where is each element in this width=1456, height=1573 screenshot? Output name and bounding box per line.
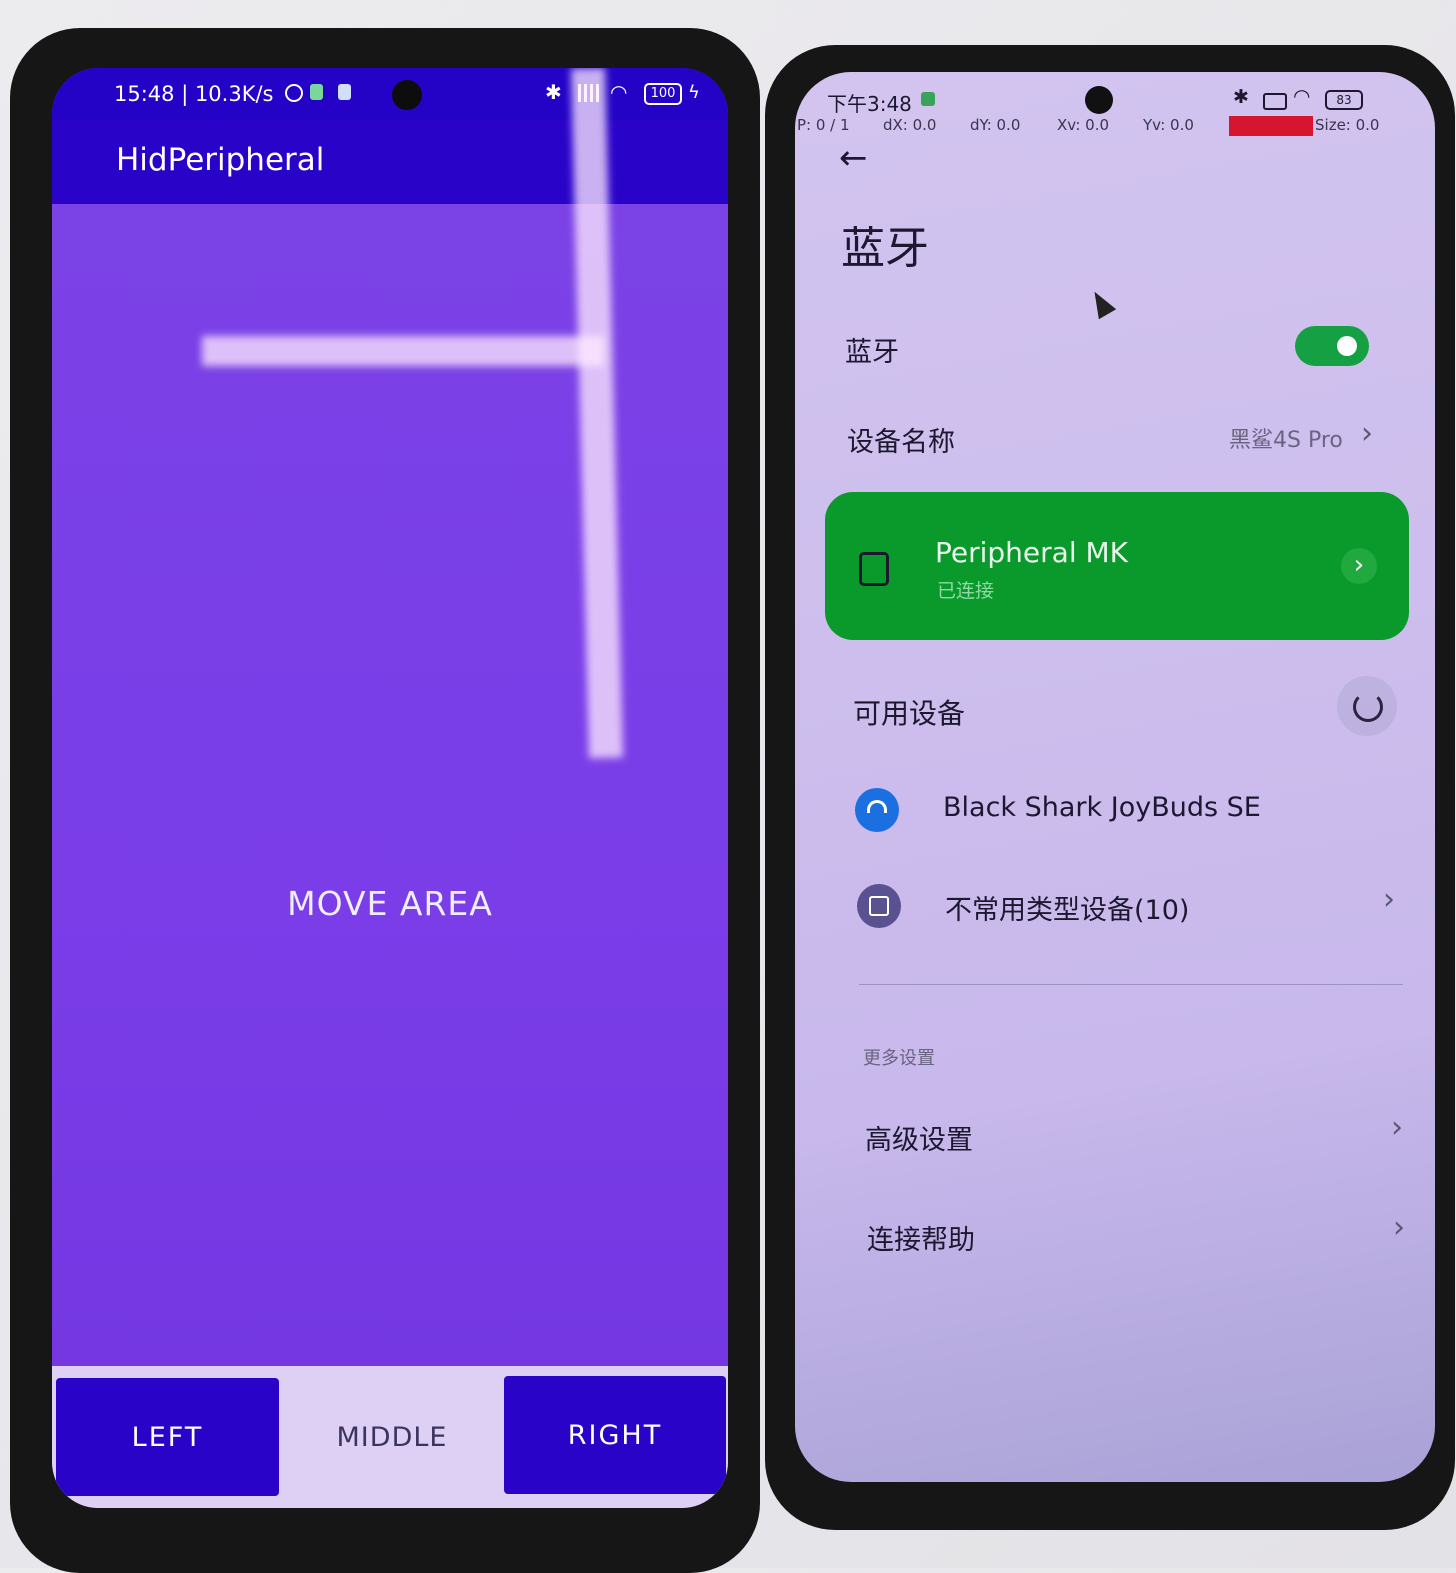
glass-reflection [202, 336, 604, 366]
charging-icon: ϟ [688, 82, 700, 103]
alarm-icon [285, 84, 303, 102]
keyboard-device-icon [859, 552, 889, 586]
app-notification-icon [921, 92, 935, 106]
mouse-button-bar: LEFT MIDDLE RIGHT [52, 1366, 728, 1508]
back-arrow-icon[interactable]: ← [839, 138, 868, 178]
battery-indicator: 100 [644, 83, 682, 105]
connected-device-name: Peripheral MK [935, 536, 1129, 569]
chevron-right-icon: › [1383, 882, 1395, 917]
wifi-icon: ◠ [1293, 84, 1311, 108]
chevron-right-icon: › [1391, 1110, 1403, 1145]
pointer-dy: dY: 0.0 [970, 116, 1021, 134]
device-icon [857, 884, 901, 928]
bluetooth-icon: ✱ [545, 80, 562, 104]
front-camera [392, 80, 422, 110]
device-name-row[interactable]: 设备名称 黑鲨4S Pro › [795, 412, 1435, 468]
right-click-label: RIGHT [567, 1419, 663, 1451]
pointer-size: Size: 0.0 [1315, 116, 1380, 134]
refresh-button[interactable] [1337, 676, 1397, 736]
page-title: 蓝牙 [841, 223, 929, 274]
connected-device-status: 已连接 [937, 580, 995, 602]
settings-item-label: 连接帮助 [867, 1225, 975, 1256]
headphones-icon [855, 788, 899, 832]
status-bar: 15:48 | 10.3K/s ✱ ◠ 100 ϟ [52, 68, 728, 120]
pointer-yv: Yv: 0.0 [1143, 116, 1194, 134]
telegram-icon [338, 84, 351, 100]
chevron-right-icon[interactable]: › [1341, 548, 1377, 584]
pointer-location-overlay: P: 0 / 1 dX: 0.0 dY: 0.0 Xv: 0.0 Yv: 0.0… [795, 116, 1435, 138]
left-click-button[interactable]: LEFT [56, 1378, 279, 1496]
front-camera [1085, 86, 1113, 114]
chevron-right-icon: › [1361, 416, 1373, 451]
mouse-cursor-icon [1085, 286, 1117, 320]
pointer-xv: Xv: 0.0 [1057, 116, 1110, 134]
headphones-glyph [867, 800, 887, 813]
device-name-label: 设备名称 [847, 427, 955, 458]
bluetooth-switch[interactable] [1295, 326, 1369, 366]
divider [859, 984, 1403, 985]
app-notification-icon [310, 84, 323, 100]
device-item-label: Black Shark JoyBuds SE [943, 792, 1261, 823]
pointer-count: P: 0 / 1 [797, 116, 850, 134]
bluetooth-toggle-label: 蓝牙 [845, 337, 899, 368]
app-title: HidPeripheral [116, 142, 325, 178]
status-time: 下午3:48 [827, 92, 912, 116]
middle-click-button[interactable]: MIDDLE [282, 1378, 502, 1496]
left-phone-screen: 15:48 | 10.3K/s ✱ ◠ 100 ϟ HidPeripheral … [52, 68, 728, 1508]
right-click-button[interactable]: RIGHT [504, 1376, 726, 1494]
settings-item-label: 高级设置 [865, 1125, 973, 1156]
device-item[interactable]: Black Shark JoyBuds SE [795, 776, 1435, 846]
right-phone-screen: 下午3:48 ✱ ◠ 83 P: 0 / 1 dX: 0.0 dY: 0.0 X… [795, 72, 1435, 1482]
available-devices-title: 可用设备 [853, 697, 966, 730]
device-glyph [869, 896, 889, 916]
app-bar: HidPeripheral [52, 120, 728, 204]
settings-item-help[interactable]: 连接帮助 › [795, 1206, 1435, 1270]
wifi-icon: ◠ [610, 80, 628, 104]
middle-click-label: MIDDLE [336, 1421, 448, 1453]
pointer-pressure-bar [1229, 116, 1313, 136]
more-settings-header: 更多设置 [863, 1048, 935, 1069]
connected-device-card[interactable]: Peripheral MK 已连接 › [825, 492, 1409, 640]
device-item[interactable]: 不常用类型设备(10) › [795, 872, 1435, 942]
bluetooth-toggle-row[interactable]: 蓝牙 [795, 316, 1435, 380]
switch-knob [1337, 336, 1357, 356]
refresh-icon [1353, 692, 1383, 722]
move-area[interactable]: MOVE AREA [52, 204, 728, 1368]
left-click-label: LEFT [131, 1421, 204, 1453]
device-item-label: 不常用类型设备(10) [945, 895, 1190, 926]
no-sim-icon [1263, 93, 1287, 110]
battery-indicator: 83 [1325, 90, 1363, 110]
move-area-label: MOVE AREA [287, 884, 493, 923]
device-name-value: 黑鲨4S Pro [1229, 428, 1343, 453]
bluetooth-icon: ✱ [1233, 86, 1249, 108]
chevron-right-icon: › [1393, 1210, 1405, 1245]
settings-item-advanced[interactable]: 高级设置 › [795, 1106, 1435, 1170]
pointer-dx: dX: 0.0 [883, 116, 937, 134]
status-time-speed: 15:48 | 10.3K/s [114, 82, 274, 106]
